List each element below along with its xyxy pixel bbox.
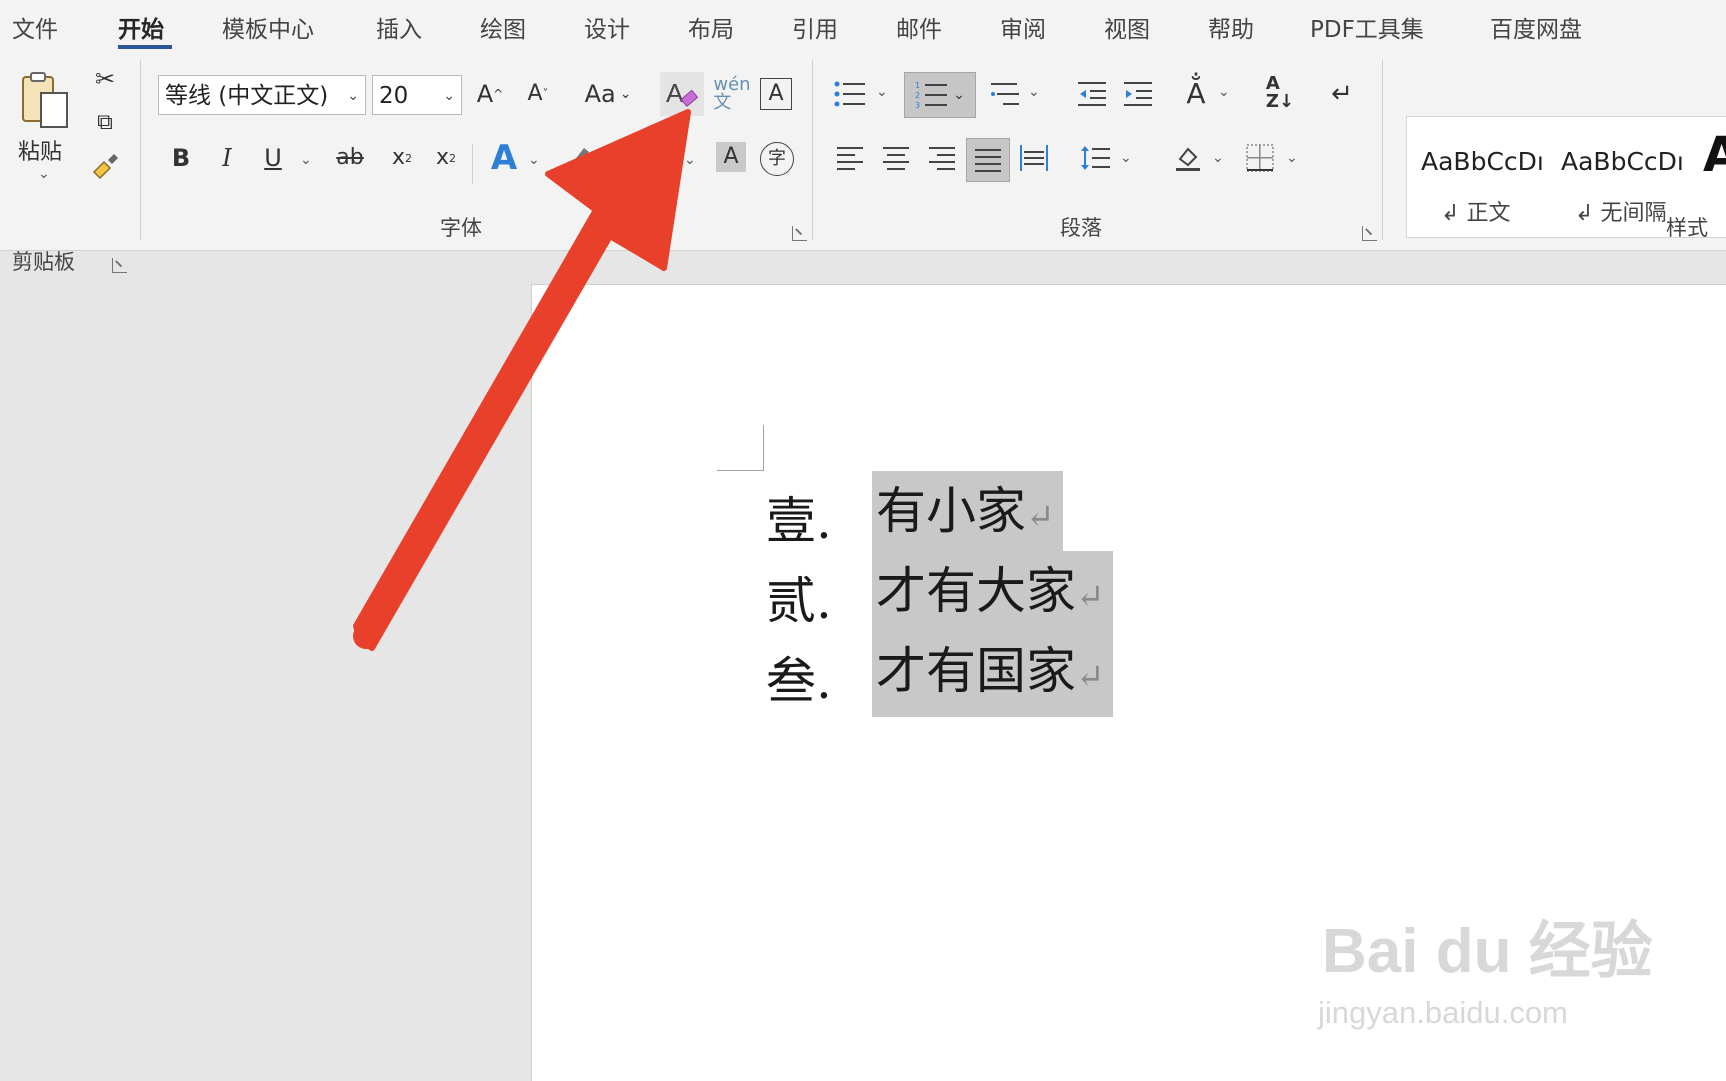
annotation-arrow-icon xyxy=(353,109,691,651)
